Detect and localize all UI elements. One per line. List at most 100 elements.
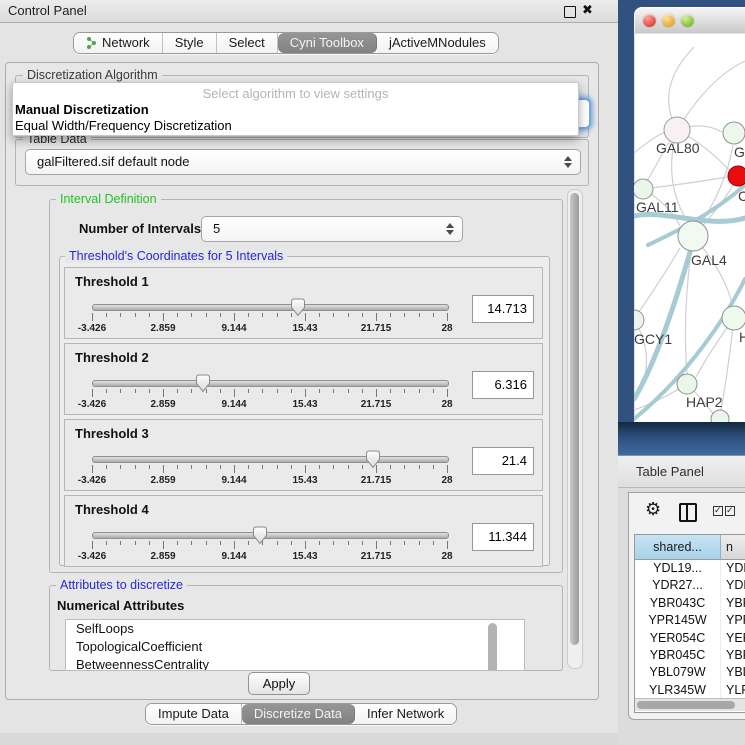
network-icon bbox=[86, 37, 97, 49]
numerical-attributes-list[interactable]: SelfLoopsTopologicalCoefficientBetweenne… bbox=[65, 619, 525, 671]
network-node[interactable] bbox=[711, 410, 729, 422]
table-row[interactable]: YER054CYER0 bbox=[635, 630, 745, 647]
tab-cyni-toolbox[interactable]: Cyni Toolbox bbox=[278, 33, 377, 53]
control-panel-window: Control Panel ✖ Network Style Select Cyni T… bbox=[0, 0, 618, 733]
table-panel-body: ⚙ shared... n YDL19...YDL1YDR27...YDR2YB… bbox=[628, 492, 745, 720]
table-header-shared-name[interactable]: shared... bbox=[635, 535, 721, 560]
interval-definition-group-title: Interval Definition bbox=[56, 192, 161, 206]
tab-network[interactable]: Network bbox=[74, 33, 163, 53]
cell-name[interactable]: YBL0 bbox=[721, 664, 745, 681]
node-label: HAP2 bbox=[686, 394, 723, 410]
attribute-list-item[interactable]: TopologicalCoefficient bbox=[66, 638, 524, 656]
cell-shared-name[interactable]: YLR345W bbox=[635, 682, 721, 699]
threshold-label: Threshold 4 bbox=[75, 502, 149, 517]
close-traffic-light-icon[interactable] bbox=[643, 14, 656, 27]
node-table: shared... n YDL19...YDL1YDR27...YDR2YBR0… bbox=[634, 534, 745, 713]
column-layout-icon[interactable] bbox=[679, 503, 697, 522]
table-row[interactable]: YLR345WYLR3 bbox=[635, 682, 745, 699]
cell-name[interactable]: YDR2 bbox=[721, 577, 745, 594]
threshold-slider[interactable] bbox=[92, 456, 449, 463]
attribute-list-item[interactable]: SelfLoops bbox=[66, 620, 524, 638]
cell-shared-name[interactable]: YER054C bbox=[635, 630, 721, 647]
threshold-slider[interactable] bbox=[92, 380, 449, 387]
number-of-intervals-spinner[interactable]: 5 bbox=[201, 216, 463, 242]
panel-scrollbar-thumb[interactable] bbox=[570, 193, 579, 645]
tab-label: Cyni Toolbox bbox=[290, 35, 364, 50]
cell-name[interactable]: YBR0 bbox=[721, 595, 745, 612]
table-row[interactable]: YBL079WYBL0 bbox=[635, 664, 745, 681]
node-label: C bbox=[738, 188, 745, 204]
tab-infer-network[interactable]: Infer Network bbox=[355, 704, 456, 724]
attribute-list-item[interactable]: BetweennessCentrality bbox=[66, 656, 524, 671]
node-label: GA bbox=[734, 144, 745, 160]
tab-style[interactable]: Style bbox=[163, 33, 217, 53]
checkbox-icon[interactable] bbox=[725, 506, 735, 516]
network-node[interactable] bbox=[677, 374, 697, 394]
network-node[interactable] bbox=[634, 310, 644, 330]
table-row[interactable]: YBR043CYBR0 bbox=[635, 595, 745, 612]
tab-select[interactable]: Select bbox=[217, 33, 278, 53]
cyni-toolbox-panel: Discretization Algorithm Select algorith… bbox=[5, 62, 599, 700]
table-scrollbar-thumb[interactable] bbox=[637, 701, 735, 709]
threshold-value-field[interactable]: 14.713 bbox=[472, 295, 534, 323]
panel-vertical-scrollbar[interactable] bbox=[567, 189, 583, 669]
tab-discretize-data[interactable]: Discretize Data bbox=[242, 704, 355, 724]
threshold-row: Threshold 1-3.4262.8599.14415.4321.71528… bbox=[64, 267, 543, 339]
table-row[interactable]: YPR145WYPR1 bbox=[635, 612, 745, 629]
cell-name[interactable]: YDL1 bbox=[721, 560, 745, 577]
network-node[interactable] bbox=[722, 306, 745, 330]
close-icon[interactable]: ✖ bbox=[582, 2, 593, 18]
threshold-value-field[interactable]: 6.316 bbox=[472, 371, 534, 399]
cell-shared-name[interactable]: YBR045C bbox=[635, 647, 721, 664]
slider-tick-labels: -3.4262.8599.14415.4321.71528 bbox=[92, 399, 447, 410]
apply-button[interactable]: Apply bbox=[248, 672, 310, 695]
cell-shared-name[interactable]: YBL079W bbox=[635, 664, 721, 681]
algorithm-option-equal-width[interactable]: Equal Width/Frequency Discretization bbox=[15, 118, 232, 133]
zoom-traffic-light-icon[interactable] bbox=[681, 14, 694, 27]
number-of-intervals-value: 5 bbox=[213, 217, 220, 241]
combo-stepper-icon[interactable] bbox=[564, 156, 572, 168]
network-window-titlebar[interactable] bbox=[634, 7, 745, 34]
algorithm-option-manual[interactable]: Manual Discretization bbox=[15, 102, 149, 117]
list-scrollbar-thumb[interactable] bbox=[488, 623, 497, 671]
threshold-slider[interactable] bbox=[92, 532, 449, 539]
cell-shared-name[interactable]: YDR27... bbox=[635, 577, 721, 594]
network-node[interactable] bbox=[728, 166, 745, 186]
cell-name[interactable]: YLR3 bbox=[721, 682, 745, 699]
control-panel-titlebar: Control Panel ✖ bbox=[0, 0, 618, 23]
attribute-items: SelfLoopsTopologicalCoefficientBetweenne… bbox=[66, 620, 524, 671]
threshold-value-field[interactable]: 11.344 bbox=[472, 523, 534, 551]
network-node[interactable] bbox=[634, 179, 653, 199]
cell-name[interactable]: YBR0 bbox=[721, 647, 745, 664]
node-label: GAL4 bbox=[691, 252, 727, 268]
tab-label: Style bbox=[175, 35, 204, 50]
threshold-row: Threshold 4-3.4262.8599.14415.4321.71528… bbox=[64, 495, 543, 567]
spinner-stepper-icon[interactable] bbox=[446, 223, 454, 235]
table-row[interactable]: YBR045CYBR0 bbox=[635, 647, 745, 664]
number-of-intervals-label: Number of Intervals bbox=[79, 221, 201, 236]
table-row[interactable]: YDL19...YDL1 bbox=[635, 560, 745, 577]
network-canvas[interactable]: GAL80GAGAL11CGAL4GCY1HHAP2 bbox=[634, 33, 745, 422]
network-node[interactable] bbox=[723, 122, 745, 144]
desktop-below-window bbox=[618, 422, 745, 455]
network-node[interactable] bbox=[678, 221, 708, 251]
table-row[interactable]: YDR27...YDR2 bbox=[635, 577, 745, 594]
cell-shared-name[interactable]: YBR043C bbox=[635, 595, 721, 612]
network-nodes[interactable] bbox=[634, 117, 745, 422]
float-window-icon[interactable] bbox=[564, 6, 576, 18]
table-header-name[interactable]: n bbox=[721, 535, 745, 560]
cell-name[interactable]: YPR1 bbox=[721, 612, 745, 629]
gear-icon[interactable]: ⚙ bbox=[645, 499, 661, 520]
checkbox-icon[interactable] bbox=[713, 506, 723, 516]
table-horizontal-scrollbar[interactable] bbox=[635, 698, 745, 711]
cell-name[interactable]: YER0 bbox=[721, 630, 745, 647]
table-data-combobox[interactable]: galFiltered.sif default node bbox=[25, 149, 581, 175]
cell-shared-name[interactable]: YDL19... bbox=[635, 560, 721, 577]
tab-impute-data[interactable]: Impute Data bbox=[146, 704, 242, 724]
threshold-value-field[interactable]: 21.4 bbox=[472, 447, 534, 475]
minimize-traffic-light-icon[interactable] bbox=[662, 14, 675, 27]
cell-shared-name[interactable]: YPR145W bbox=[635, 612, 721, 629]
threshold-slider[interactable] bbox=[92, 304, 449, 311]
tab-label: jActiveMNodules bbox=[389, 35, 486, 50]
tab-jactivemnodules[interactable]: jActiveMNodules bbox=[377, 33, 498, 53]
